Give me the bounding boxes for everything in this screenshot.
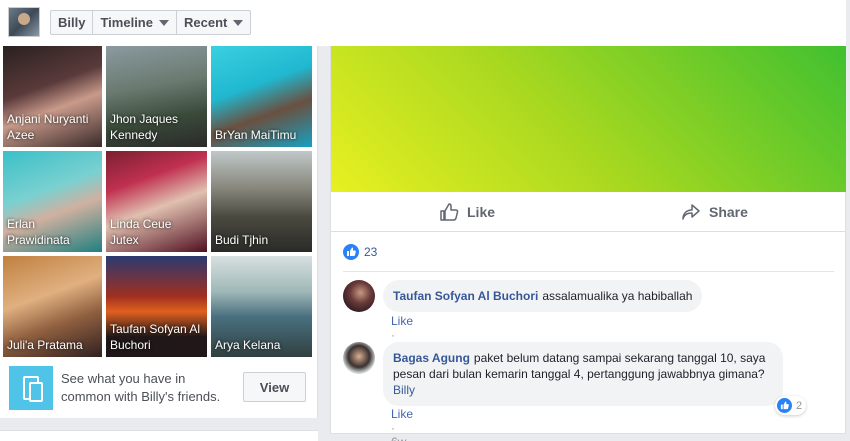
friend-tile[interactable]: Erlan Prawidinata <box>3 151 102 252</box>
post-actions: Like Share <box>331 192 846 232</box>
like-label: Like <box>467 204 496 220</box>
comment-time[interactable]: 6w <box>391 435 406 441</box>
recent-label: Recent <box>183 15 228 30</box>
friend-tile[interactable]: Arya Kelana <box>211 256 312 357</box>
share-label: Share <box>709 204 748 220</box>
profile-avatar[interactable] <box>8 7 40 37</box>
share-button[interactable]: Share <box>681 192 748 232</box>
page-edge <box>846 0 850 441</box>
common-friends-bar: See what you have in common with Billy's… <box>0 359 318 417</box>
friend-tile[interactable]: Taufan Sofyan Al Buchori <box>106 256 207 357</box>
recent-dropdown[interactable]: Recent <box>177 11 250 34</box>
chevron-down-icon <box>158 19 169 26</box>
friend-name: BrYan MaiTimu <box>215 128 297 142</box>
comment-bubble: Bagas Agung paket belum datang sampai sek… <box>383 342 783 406</box>
friends-grid: Anjani Nuryanti Azee Jhon Jaques Kennedy… <box>3 46 315 357</box>
friend-tile[interactable]: Jhon Jaques Kennedy <box>106 46 207 147</box>
divider <box>343 271 834 272</box>
thumbs-up-icon <box>440 203 459 221</box>
profile-name: Billy <box>58 15 86 30</box>
comment-author[interactable]: Bagas Agung <box>393 351 470 365</box>
like-reaction-icon <box>777 398 792 413</box>
timeline-label: Timeline <box>100 15 153 30</box>
post-card: Like Share 23 Taufan Sofyan Al Buchori as… <box>330 46 846 441</box>
commenter-avatar[interactable] <box>343 280 375 312</box>
friend-name: Jhon Jaques Kennedy <box>110 112 179 142</box>
reaction-count: 2 <box>796 399 803 412</box>
comment-meta: Like · 6w <box>391 407 413 441</box>
friend-name: Arya Kelana <box>215 338 281 352</box>
friend-name: Linda Ceue Jutex <box>110 217 172 247</box>
friend-name: Anjani Nuryanti Azee <box>7 112 89 142</box>
comment-author[interactable]: Taufan Sofyan Al Buchori <box>393 289 538 303</box>
next-card-edge <box>0 430 318 441</box>
friend-name: Erlan Prawidinata <box>7 217 70 247</box>
friend-name: Taufan Sofyan Al Buchori <box>110 322 201 352</box>
comment-like-link[interactable]: Like <box>391 407 413 421</box>
top-bar: Billy Timeline Recent <box>0 0 850 46</box>
friend-name: Juli'a Pratama <box>7 338 83 352</box>
timeline-nav: Billy Timeline Recent <box>50 10 252 35</box>
common-text: See what you have in common with Billy's… <box>61 371 221 404</box>
like-count: 23 <box>364 245 378 259</box>
comment-like-link[interactable]: Like <box>391 314 413 328</box>
like-reaction-icon <box>343 244 359 260</box>
friend-tile[interactable]: Linda Ceue Jutex <box>106 151 207 252</box>
post-background-banner <box>331 46 846 192</box>
friend-name: Budi Tjhin <box>215 233 269 247</box>
view-button[interactable]: View <box>243 372 306 402</box>
mention-link[interactable]: Billy <box>393 383 415 397</box>
friend-tile[interactable]: Juli'a Pratama <box>3 256 102 357</box>
commenter-avatar[interactable] <box>343 342 375 374</box>
chevron-down-icon <box>233 19 244 26</box>
friend-tile[interactable]: Anjani Nuryanti Azee <box>3 46 102 147</box>
friend-tile[interactable]: BrYan MaiTimu <box>211 46 312 147</box>
profile-name-link[interactable]: Billy <box>51 11 94 34</box>
comment-reactions[interactable]: 2 <box>775 396 807 415</box>
friends-panel: Anjani Nuryanti Azee Jhon Jaques Kennedy… <box>0 46 318 418</box>
comment-bubble: Taufan Sofyan Al Buchori assalamualika ya… <box>383 280 703 312</box>
like-button[interactable]: Like <box>439 192 495 232</box>
like-count-row[interactable]: 23 <box>343 244 377 260</box>
share-arrow-icon <box>682 204 700 220</box>
timeline-dropdown[interactable]: Timeline <box>93 11 177 34</box>
friend-tile[interactable]: Budi Tjhin <box>211 151 312 252</box>
mutual-friends-icon <box>9 366 53 410</box>
comment-text: assalamualika ya habiballah <box>542 289 693 303</box>
